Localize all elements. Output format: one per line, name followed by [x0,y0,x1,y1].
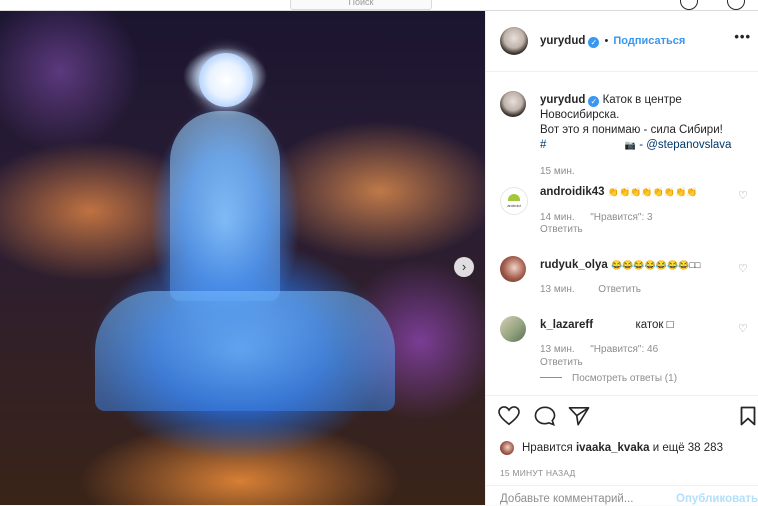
avatar[interactable] [500,27,528,55]
post-side-panel: yurydud ✓ • Подписаться ••• yurydud ✓ Като… [485,11,758,505]
comment-likes[interactable]: "Нравится": 46 [590,344,658,355]
caption-username[interactable]: yurydud [540,94,585,106]
verified-icon: ✓ [588,37,600,48]
comment-row: k_lazareff каток □ [540,319,674,331]
comment-time[interactable]: 13 мин. [540,284,575,295]
caption-time[interactable]: 15 мин. [540,166,575,177]
compass-icon[interactable] [680,0,698,10]
reply-button[interactable]: Ответить [598,284,641,295]
top-bar: Поиск [0,0,758,11]
comment-like-icon[interactable]: ♡ [738,324,749,335]
bookmark-icon[interactable] [740,406,756,426]
comment-username[interactable]: androidik43 [540,186,605,198]
comment-row: androidik43 👏👏👏👏👏👏👏👏 [540,186,697,198]
comment-row: rudyuk_olya 😂😂😂😂😂😂😂□□ [540,259,700,271]
liker-username[interactable]: ivaaka_kvaka [576,442,650,454]
camera-icon: 📷 [624,140,637,150]
comment-text: каток □ [635,319,674,331]
fountain-disk [199,53,253,107]
post-time[interactable]: 15 МИНУТ НАЗАД [500,468,575,478]
comment-text: 👏👏👏👏👏👏👏👏 [607,187,698,197]
hashtag-link[interactable]: # [540,139,546,151]
reply-button[interactable]: Ответить [540,224,583,235]
rink-glow [170,111,280,301]
likes-count[interactable]: и ещё 38 283 [653,442,723,454]
caption-avatar[interactable] [500,91,526,117]
comment-time[interactable]: 14 мин. [540,212,575,223]
liker-avatar[interactable] [500,441,514,455]
post-header: yurydud ✓ • Подписаться ••• [486,11,758,72]
heart-icon[interactable] [727,0,745,10]
like-heart-icon[interactable] [498,406,520,426]
post-username[interactable]: yurydud [540,35,585,47]
caption: yurydud ✓ Каток в центре Новосибирска. Во… [540,94,732,151]
comment-likes[interactable]: "Нравится": 3 [590,212,652,223]
search-input[interactable]: Поиск [290,0,432,10]
mention-link[interactable]: - @stepanovslava [639,139,731,151]
comment-avatar[interactable] [500,316,526,342]
comment-text: 😂😂😂😂😂😂😂□□ [610,260,701,270]
comment-username[interactable]: k_lazareff [540,319,593,331]
add-comment-bar: Добавьте комментарий... Опубликовать [486,485,758,506]
comment-username[interactable]: rudyuk_olya [540,259,608,271]
next-arrow-icon[interactable]: › [454,257,474,277]
comment-avatar[interactable] [500,256,526,282]
comment-like-icon[interactable]: ♡ [738,191,749,202]
share-icon[interactable] [568,406,590,426]
comment-time[interactable]: 13 мин. [540,344,575,355]
likes-line: Нравится ivaaka_kvaka и ещё 38 283 [522,442,723,454]
more-options-icon[interactable]: ••• [734,29,751,44]
comment-avatar[interactable]: android [500,187,528,215]
view-replies-button[interactable]: Посмотреть ответы (1) [540,373,677,384]
add-comment-input[interactable]: Добавьте комментарий... [500,493,633,505]
follow-button[interactable]: Подписаться [613,35,685,47]
verified-icon: ✓ [588,96,600,107]
reply-button[interactable]: Ответить [540,357,583,368]
android-icon [508,194,520,201]
comment-bubble-icon[interactable] [534,406,556,426]
publish-button[interactable]: Опубликовать [676,493,758,505]
rink-base-glow [95,291,395,411]
post-photo[interactable]: › [0,11,485,505]
comment-like-icon[interactable]: ♡ [738,264,749,275]
